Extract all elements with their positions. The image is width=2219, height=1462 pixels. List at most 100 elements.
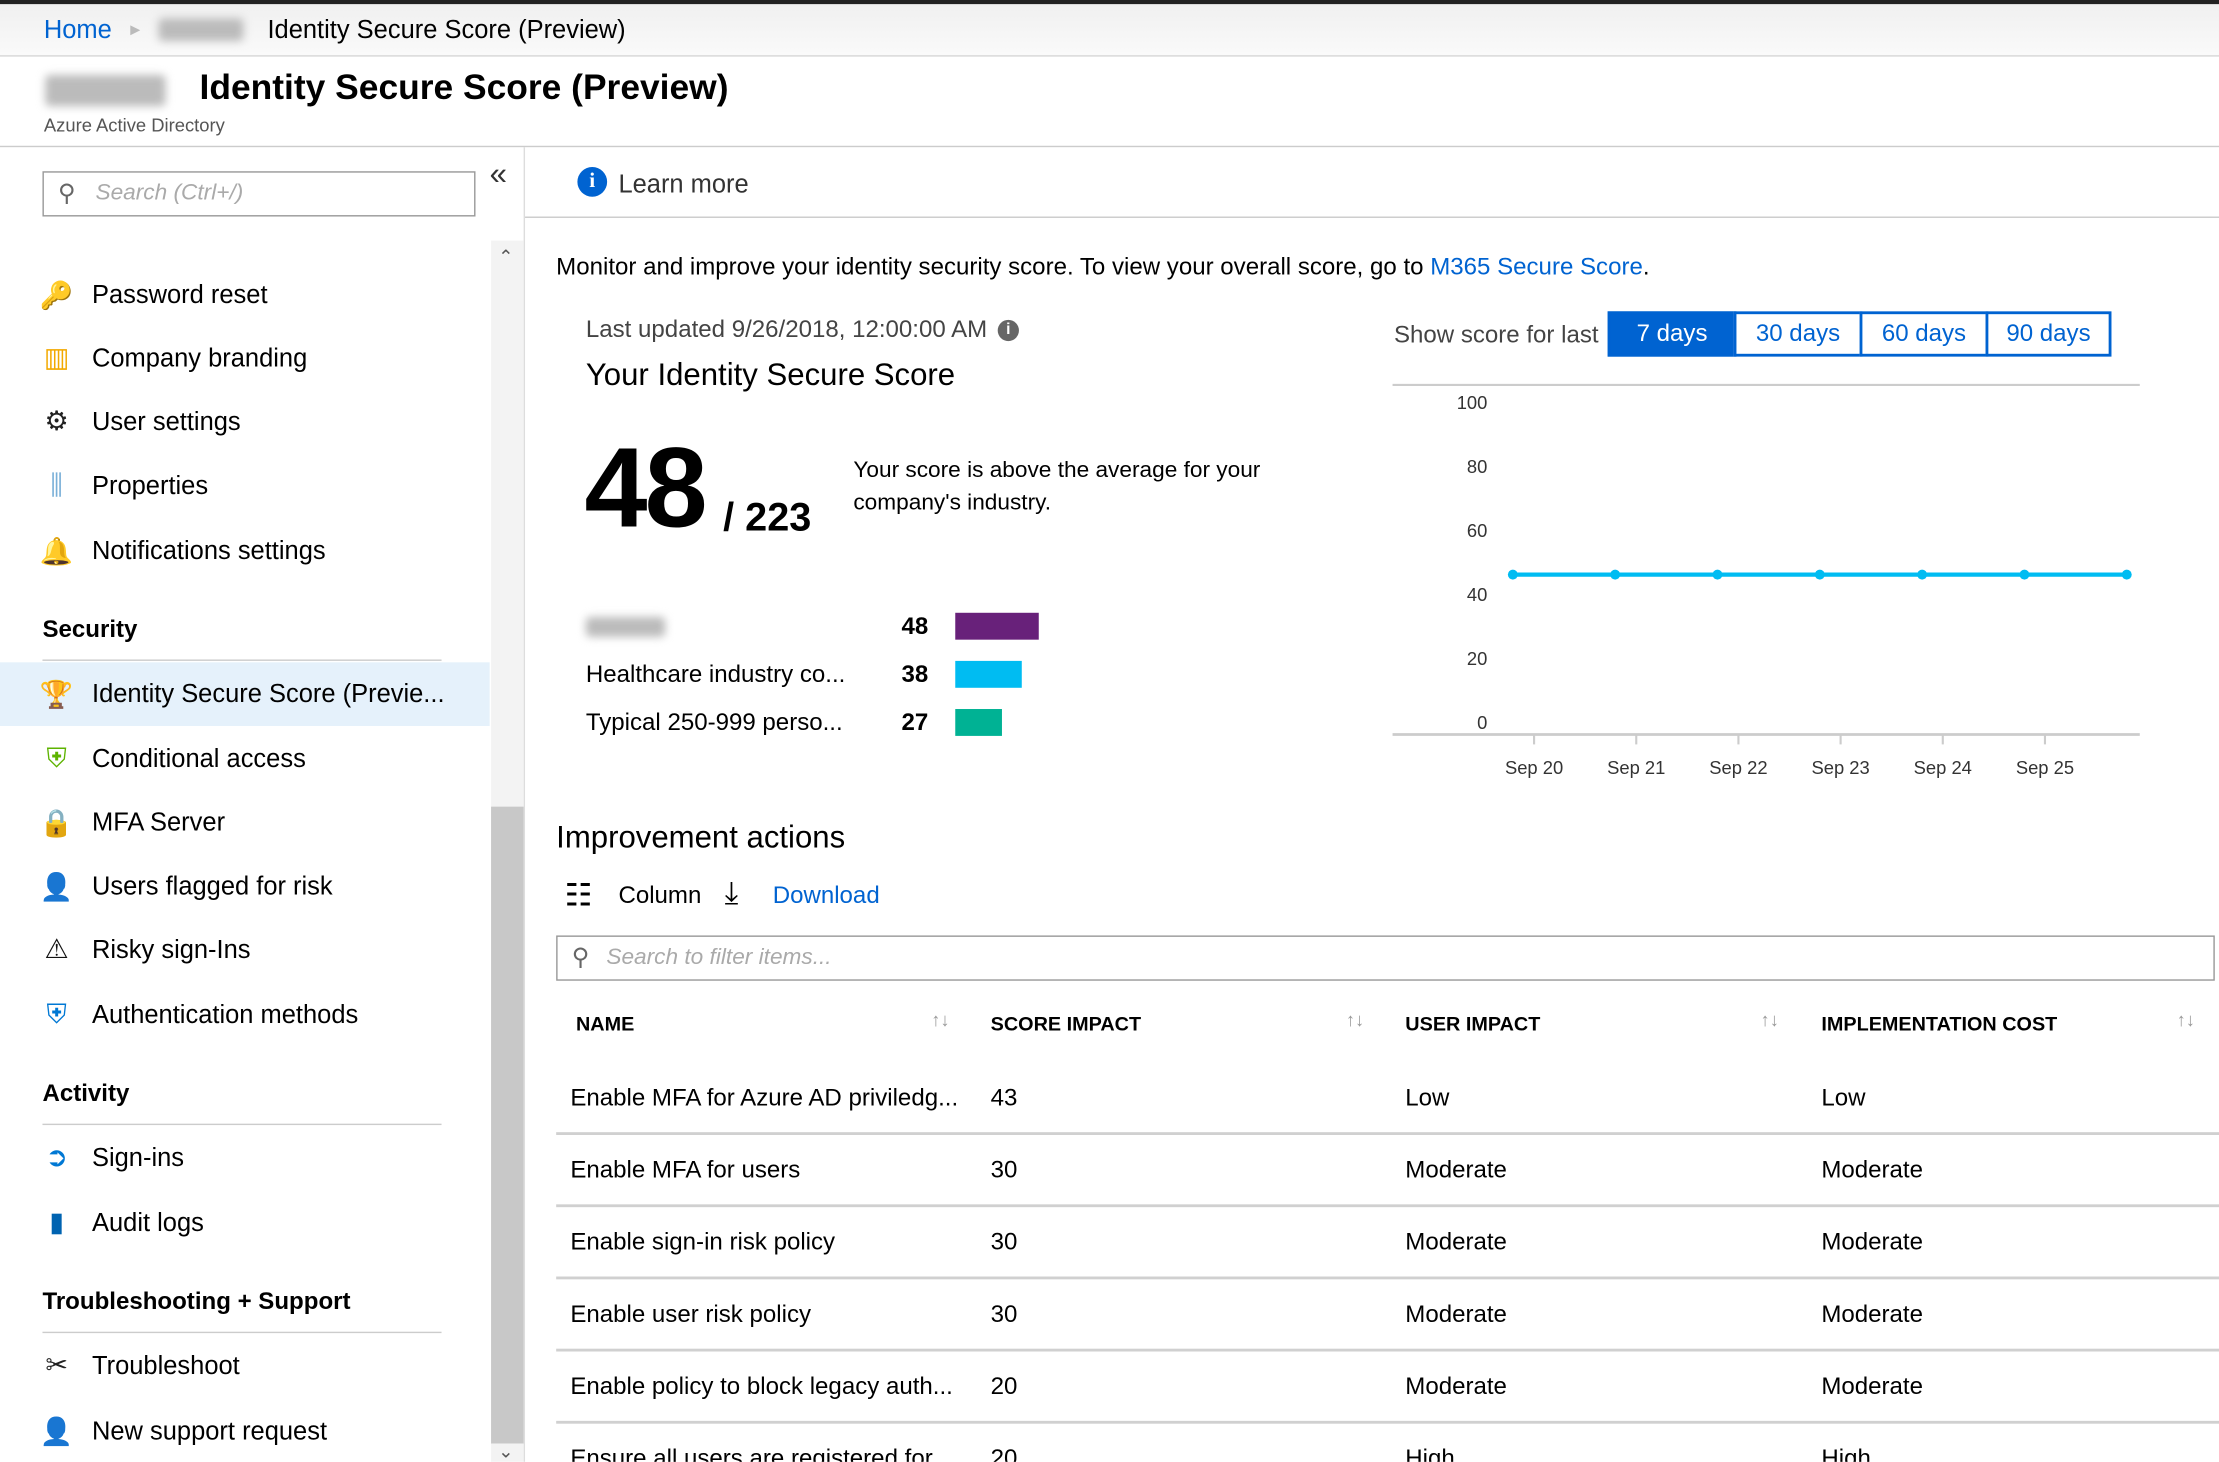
branding-icon: ▥ xyxy=(43,343,70,374)
score-history-chart: 0 20 40 60 80 100 Sep 20 Sep 21 Sep 22 Sep 23 Sep … xyxy=(1392,383,2140,778)
sidebar-item-audit-logs[interactable]: ▮ Audit logs xyxy=(0,1192,490,1256)
range-60-days-button[interactable]: 60 days xyxy=(1859,311,1989,357)
y-tick-label: 0 xyxy=(1477,712,1487,733)
sidebar-item-sign-ins[interactable]: ➲ Sign-ins xyxy=(0,1126,490,1190)
column-header-name[interactable]: NAME xyxy=(576,1012,634,1035)
table-row[interactable]: Enable MFA for users 30 Moderate Moderate xyxy=(556,1135,2219,1208)
breadcrumb-separator-icon: ▸ xyxy=(130,16,141,40)
sidebar-item-label: Company branding xyxy=(91,343,308,373)
info-icon: i xyxy=(577,166,608,197)
filter-placeholder: Search to filter items... xyxy=(606,945,832,970)
page-title: Identity Secure Score (Preview) xyxy=(199,67,729,108)
sidebar-item-conditional-access[interactable]: ⛨ Conditional access xyxy=(0,727,490,791)
sidebar-search-input[interactable]: ⚲ Search (Ctrl+/) xyxy=(42,171,476,217)
range-90-days-button[interactable]: 90 days xyxy=(1985,311,2112,357)
sidebar-item-label: Audit logs xyxy=(91,1208,204,1237)
column-header-score-impact[interactable]: SCORE IMPACT xyxy=(991,1012,1141,1035)
action-name[interactable]: Enable MFA for Azure AD priviledg... xyxy=(570,1084,958,1112)
scroll-down-icon[interactable]: ⌄ xyxy=(498,1441,513,1462)
sidebar-item-mfa-server[interactable]: 🔒 MFA Server xyxy=(0,791,490,855)
download-button[interactable]: Download xyxy=(773,882,880,910)
sidebar-item-password-reset[interactable]: 🔑 Password reset xyxy=(0,263,490,327)
sidebar-item-identity-secure-score-previe[interactable]: 🏆 Identity Secure Score (Previe... xyxy=(0,662,490,726)
sidebar-item-new-support-request[interactable]: 👤 New support request xyxy=(0,1400,490,1462)
toolbar-divider xyxy=(525,216,2219,218)
table-row[interactable]: Ensure all users are registered for... 20… xyxy=(556,1424,2219,1462)
column-button[interactable]: Column xyxy=(618,882,701,910)
section-divider xyxy=(42,1331,442,1334)
comparison-bar xyxy=(955,660,1022,688)
sidebar-item-company-branding[interactable]: ▥ Company branding xyxy=(0,327,490,391)
page-description: Monitor and improve your identity securi… xyxy=(556,253,1650,281)
action-name[interactable]: Enable sign-in risk policy xyxy=(570,1228,835,1256)
score-impact: 30 xyxy=(990,1300,1018,1328)
header-divider xyxy=(0,145,2219,148)
collapse-sidebar-button[interactable]: « xyxy=(490,156,507,193)
comparison-value: 48 xyxy=(901,612,929,640)
table-row[interactable]: Enable policy to block legacy auth... 20 M… xyxy=(556,1352,2219,1424)
sidebar-item-troubleshoot[interactable]: ✂ Troubleshoot xyxy=(0,1335,490,1399)
comparison-bar xyxy=(955,612,1039,640)
data-point xyxy=(2019,569,2030,580)
x-tick-label: Sep 21 xyxy=(1607,757,1665,778)
section-divider xyxy=(42,659,442,661)
filter-input[interactable]: ⚲ Search to filter items... xyxy=(556,935,2215,981)
sidebar-item-user-settings[interactable]: ⚙ User settings xyxy=(0,391,490,455)
table-row[interactable]: Enable user risk policy 30 Moderate Moderat… xyxy=(556,1279,2219,1352)
learn-more-link[interactable]: Learn more xyxy=(618,170,748,200)
table-row[interactable]: Enable sign-in risk policy 30 Moderate Mode… xyxy=(556,1207,2219,1280)
score-title: Your Identity Secure Score xyxy=(585,356,956,393)
column-header-user-impact[interactable]: USER IMPACT xyxy=(1405,1012,1540,1035)
action-name[interactable]: Enable MFA for users xyxy=(570,1156,800,1184)
column-icon[interactable]: ☷ xyxy=(565,877,593,914)
data-point xyxy=(1610,569,1621,580)
comparison-label: Healthcare industry co... xyxy=(585,660,846,688)
breadcrumb-tenant-redacted[interactable] xyxy=(158,18,244,42)
range-30-days-button[interactable]: 30 days xyxy=(1733,311,1863,357)
page-subtitle: Azure Active Directory xyxy=(43,114,225,136)
support-icon: 👤 xyxy=(39,1417,74,1448)
range-7-days-button[interactable]: 7 days xyxy=(1607,311,1737,357)
comparison-value: 38 xyxy=(901,660,929,688)
sidebar-item-risky-sign-ins[interactable]: ⚠ Risky sign-Ins xyxy=(0,918,490,982)
sidebar-item-users-flagged-for-risk[interactable]: 👤 Users flagged for risk xyxy=(0,855,490,919)
bell-icon: 🔔 xyxy=(39,537,74,567)
sort-icon[interactable]: ↑↓ xyxy=(1761,1009,1779,1030)
score-impact: 20 xyxy=(990,1372,1018,1400)
column-header-implementation-cost[interactable]: IMPLEMENTATION COST xyxy=(1821,1012,2057,1035)
sort-icon[interactable]: ↑↓ xyxy=(1346,1009,1364,1030)
action-name[interactable]: Enable policy to block legacy auth... xyxy=(570,1373,953,1401)
m365-secure-score-link[interactable]: M365 Secure Score xyxy=(1430,253,1643,280)
sort-icon[interactable]: ↑↓ xyxy=(2177,1009,2195,1030)
info-icon[interactable]: i xyxy=(997,319,1019,342)
table-row[interactable]: Enable MFA for Azure AD priviledg... 43 Lo… xyxy=(556,1063,2219,1135)
sidebar-item-label: Notifications settings xyxy=(91,536,326,565)
y-tick-label: 60 xyxy=(1467,520,1487,541)
current-score: 48 xyxy=(584,424,707,551)
x-tick-label: Sep 23 xyxy=(1811,757,1869,778)
gear-icon: ⚙ xyxy=(44,407,69,438)
y-tick-label: 100 xyxy=(1457,392,1488,413)
section-divider xyxy=(42,1123,442,1126)
sidebar-item-authentication-methods[interactable]: ⛨ Authentication methods xyxy=(0,984,490,1048)
sidebar-item-label: Sign-ins xyxy=(91,1143,185,1172)
sign-in-icon: ➲ xyxy=(45,1143,68,1174)
score-impact: 20 xyxy=(990,1444,1018,1462)
download-icon[interactable]: ⤓ xyxy=(725,875,739,912)
sidebar-scrollbar-thumb[interactable] xyxy=(491,806,524,1444)
sort-icon[interactable]: ↑↓ xyxy=(931,1009,949,1030)
action-name[interactable]: Ensure all users are registered for... xyxy=(570,1445,951,1462)
sidebar-item-properties[interactable]: ⫼ Properties xyxy=(0,454,490,518)
last-updated: Last updated 9/26/2018, 12:00:00 AM xyxy=(585,315,988,343)
score-impact: 43 xyxy=(990,1084,1018,1111)
breadcrumb-home[interactable]: Home xyxy=(44,16,112,46)
implementation-cost: Moderate xyxy=(1821,1372,1924,1400)
action-name[interactable]: Enable user risk policy xyxy=(570,1301,811,1329)
score-impact: 30 xyxy=(990,1156,1018,1184)
sidebar-item-notifications-settings[interactable]: 🔔 Notifications settings xyxy=(0,519,490,583)
tools-icon: ✂ xyxy=(45,1351,68,1382)
lock-icon: 🔒 xyxy=(39,808,74,839)
scroll-up-icon[interactable]: ⌃ xyxy=(498,246,513,269)
x-tick-label: Sep 22 xyxy=(1709,757,1767,778)
score-impact: 30 xyxy=(990,1228,1018,1256)
